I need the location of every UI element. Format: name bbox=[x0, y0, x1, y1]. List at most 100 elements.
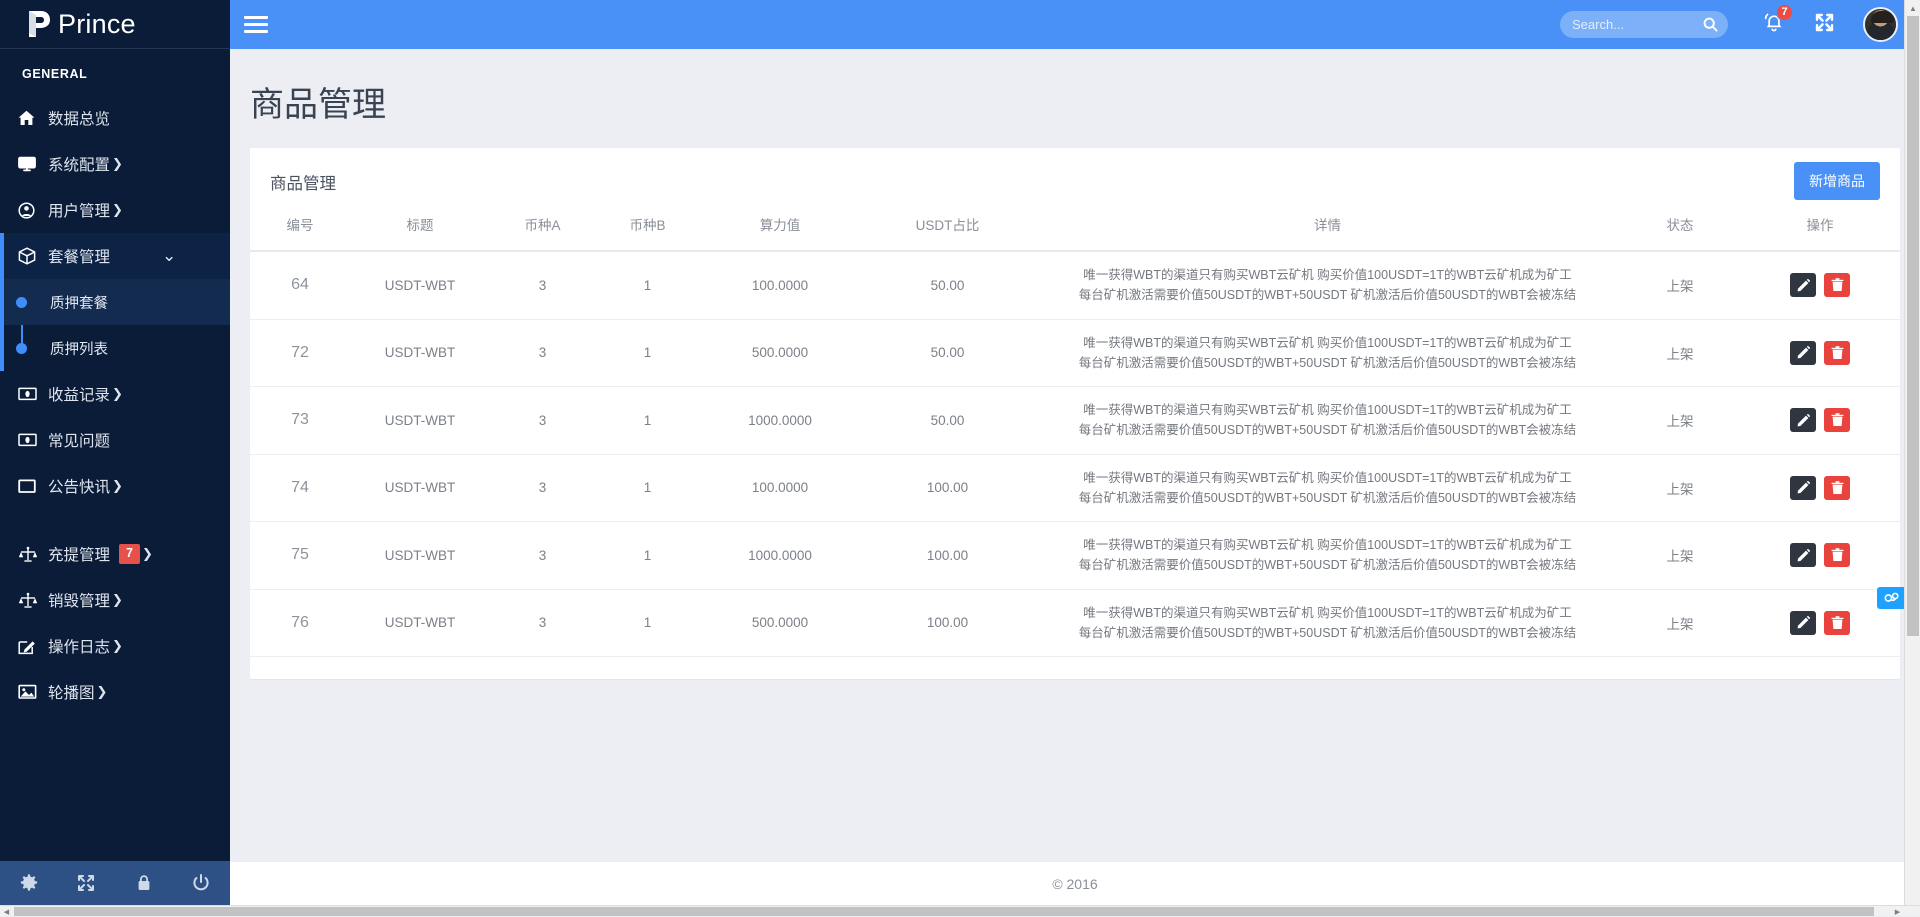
cell-actions bbox=[1740, 522, 1900, 590]
sidebar-item-package-management[interactable]: 套餐管理 ⌄ bbox=[0, 233, 230, 279]
pencil-icon[interactable] bbox=[1790, 543, 1816, 567]
expand-arrows-icon[interactable] bbox=[58, 874, 116, 892]
sidebar-item-announcements[interactable]: 公告快讯 ❯ bbox=[0, 463, 230, 509]
sidebar-item-system-config[interactable]: 系统配置 ❯ bbox=[0, 141, 230, 187]
detail-line-1: 唯一获得WBT的渠道只有购买WBT云矿机 购买价值100USDT=1T的WBT云… bbox=[1041, 265, 1614, 285]
chat-bubble-icon[interactable] bbox=[1877, 587, 1907, 609]
card-title: 商品管理 bbox=[270, 170, 336, 194]
detail-line-1: 唯一获得WBT的渠道只有购买WBT云矿机 购买价值100USDT=1T的WBT云… bbox=[1041, 333, 1614, 353]
sidebar-subitem-label: 质押套餐 bbox=[50, 292, 108, 313]
brand-logo[interactable]: Prince bbox=[0, 0, 230, 49]
cell-actions bbox=[1740, 589, 1900, 657]
scroll-right-arrow[interactable]: ▶ bbox=[1891, 906, 1904, 917]
lock-icon[interactable] bbox=[115, 874, 173, 892]
column-header-title[interactable]: 标题 bbox=[350, 204, 490, 251]
trash-icon[interactable] bbox=[1824, 341, 1850, 365]
cell-title: USDT-WBT bbox=[350, 522, 490, 590]
search-input[interactable] bbox=[1572, 17, 1702, 32]
sidebar-subitem-pledge-list[interactable]: 质押列表 bbox=[4, 325, 230, 371]
cell-title: USDT-WBT bbox=[350, 319, 490, 387]
cell-coin-a: 3 bbox=[490, 319, 595, 387]
user-avatar[interactable] bbox=[1863, 7, 1898, 42]
bullet-icon bbox=[16, 297, 27, 308]
sidebar-item-user-management[interactable]: 用户管理 ❯ bbox=[0, 187, 230, 233]
home-icon bbox=[18, 110, 48, 126]
sidebar-item-operation-log[interactable]: 操作日志 ❯ bbox=[0, 623, 230, 669]
pencil-icon[interactable] bbox=[1790, 273, 1816, 297]
cell-coin-b: 1 bbox=[595, 589, 700, 657]
cell-coin-a: 3 bbox=[490, 522, 595, 590]
chevron-right-icon: ❯ bbox=[112, 156, 123, 172]
search-icon[interactable] bbox=[1703, 17, 1718, 37]
cell-coin-a: 3 bbox=[490, 251, 595, 319]
column-header-coin-a[interactable]: 币种A bbox=[490, 204, 595, 251]
trash-icon[interactable] bbox=[1824, 408, 1850, 432]
gear-icon[interactable] bbox=[0, 874, 58, 892]
cell-title: USDT-WBT bbox=[350, 251, 490, 319]
brand-name: Prince bbox=[58, 9, 136, 40]
scroll-up-arrow[interactable]: ▲ bbox=[1905, 0, 1920, 16]
sidebar-item-income-records[interactable]: 收益记录 ❯ bbox=[0, 371, 230, 417]
pencil-icon[interactable] bbox=[1790, 408, 1816, 432]
product-management-card: 商品管理 新增商品 编号 标题 币种A 币种B 算力值 USDT占比 详情 状态… bbox=[250, 148, 1900, 679]
chevron-right-icon: ❯ bbox=[112, 386, 123, 402]
cell-coin-b: 1 bbox=[595, 454, 700, 522]
sidebar-item-label: 操作日志 bbox=[48, 635, 110, 657]
power-icon[interactable] bbox=[173, 874, 231, 892]
column-header-id[interactable]: 编号 bbox=[250, 204, 350, 251]
sidebar-bottom-toolbar bbox=[0, 861, 230, 905]
trash-icon[interactable] bbox=[1824, 273, 1850, 297]
money-icon bbox=[18, 387, 48, 401]
trash-icon[interactable] bbox=[1824, 611, 1850, 635]
sidebar-item-carousel[interactable]: 轮播图 ❯ bbox=[0, 669, 230, 715]
chevron-down-icon: ⌄ bbox=[162, 246, 176, 266]
sidebar-item-label: 收益记录 bbox=[48, 383, 110, 405]
horizontal-scroll-thumb[interactable] bbox=[14, 907, 1874, 916]
column-header-actions: 操作 bbox=[1740, 204, 1900, 251]
sidebar-subitem-label: 质押列表 bbox=[50, 338, 108, 359]
cell-coin-b: 1 bbox=[595, 522, 700, 590]
pencil-icon[interactable] bbox=[1790, 341, 1816, 365]
horizontal-scrollbar[interactable]: ◀ ▶ bbox=[0, 905, 1920, 916]
cell-id: 73 bbox=[250, 387, 350, 455]
trash-icon[interactable] bbox=[1824, 543, 1850, 567]
cell-coin-b: 1 bbox=[595, 387, 700, 455]
sidebar-item-label: 数据总览 bbox=[48, 107, 110, 129]
sidebar-item-faq[interactable]: 常见问题 bbox=[0, 417, 230, 463]
column-header-status[interactable]: 状态 bbox=[1620, 204, 1740, 251]
notifications-bell-icon[interactable]: 7 bbox=[1764, 12, 1784, 38]
main-content: 商品管理 商品管理 新增商品 编号 标题 币种A 币种B 算力值 USDT占比 … bbox=[230, 49, 1920, 865]
hamburger-icon[interactable] bbox=[230, 16, 282, 33]
cell-status: 上架 bbox=[1620, 387, 1740, 455]
cell-id: 75 bbox=[250, 522, 350, 590]
vertical-scroll-thumb[interactable] bbox=[1907, 16, 1919, 636]
detail-line-2: 每台矿机激活需要价值50USDT的WBT+50USDT 矿机激活后价值50USD… bbox=[1041, 488, 1614, 508]
search-container[interactable] bbox=[1560, 11, 1728, 38]
pencil-icon[interactable] bbox=[1790, 611, 1816, 635]
sidebar-item-dashboard[interactable]: 数据总览 bbox=[0, 95, 230, 141]
trash-icon[interactable] bbox=[1824, 476, 1850, 500]
sidebar-item-deposit-withdraw[interactable]: 充提管理 7 ❯ bbox=[0, 531, 230, 577]
cell-hashrate: 1000.0000 bbox=[700, 522, 860, 590]
column-header-hashrate[interactable]: 算力值 bbox=[700, 204, 860, 251]
bullet-icon bbox=[16, 343, 27, 354]
sidebar-item-destroy-management[interactable]: 销毁管理 ❯ bbox=[0, 577, 230, 623]
footer: © 2016 bbox=[230, 861, 1920, 905]
cell-status: 上架 bbox=[1620, 522, 1740, 590]
column-header-detail[interactable]: 详情 bbox=[1035, 204, 1620, 251]
sidebar-item-label: 常见问题 bbox=[48, 429, 110, 451]
detail-line-2: 每台矿机激活需要价值50USDT的WBT+50USDT 矿机激活后价值50USD… bbox=[1041, 285, 1614, 305]
column-header-coin-b[interactable]: 币种B bbox=[595, 204, 700, 251]
sidebar-subitem-pledge-package[interactable]: 质押套餐 bbox=[4, 279, 230, 325]
detail-line-2: 每台矿机激活需要价值50USDT的WBT+50USDT 矿机激活后价值50USD… bbox=[1041, 555, 1614, 575]
cell-usdt-ratio: 100.00 bbox=[860, 589, 1035, 657]
chevron-right-icon: ❯ bbox=[112, 592, 123, 608]
add-product-button[interactable]: 新增商品 bbox=[1794, 162, 1880, 200]
fullscreen-expand-icon[interactable] bbox=[1814, 12, 1835, 38]
scroll-left-arrow[interactable]: ◀ bbox=[0, 906, 13, 917]
pencil-icon[interactable] bbox=[1790, 476, 1816, 500]
vertical-scrollbar[interactable]: ▲ bbox=[1904, 0, 1920, 905]
sidebar-item-label: 销毁管理 bbox=[48, 589, 110, 611]
column-header-usdt-ratio[interactable]: USDT占比 bbox=[860, 204, 1035, 251]
cell-hashrate: 100.0000 bbox=[700, 251, 860, 319]
